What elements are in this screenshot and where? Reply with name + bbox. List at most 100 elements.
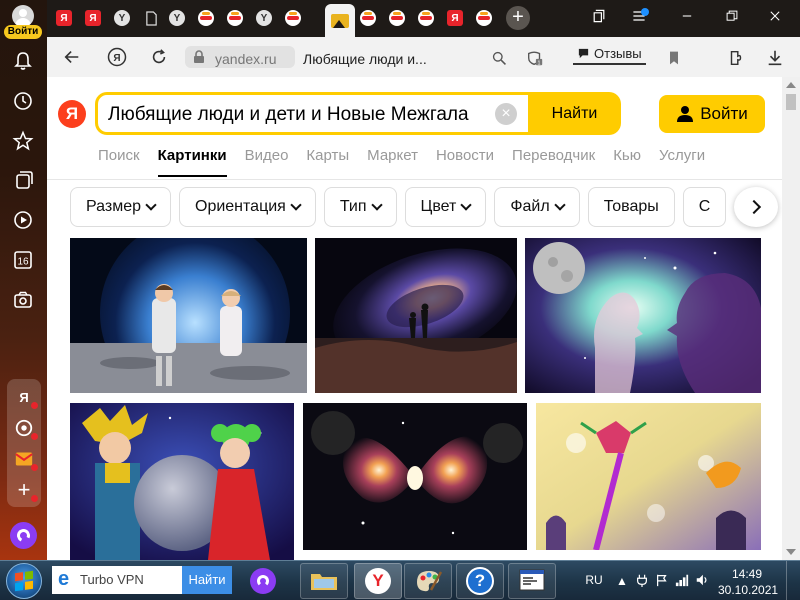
scroll-down-arrow-icon[interactable] [786,549,796,555]
video-play-icon[interactable] [10,207,36,233]
result-image-kids-astronauts-moon[interactable] [70,238,307,393]
browser-tab[interactable] [414,6,438,30]
language-indicator[interactable]: RU [582,572,606,588]
browser-tab[interactable]: Y [252,6,276,30]
service-tab[interactable]: Картинки [157,147,227,177]
service-tab[interactable]: Переводчик [512,147,595,177]
reload-icon[interactable] [147,45,171,69]
reviews-button[interactable]: Отзывы [573,43,646,65]
service-tab[interactable]: Новости [436,147,494,177]
system-monitor-taskbar-app[interactable] [508,563,556,599]
result-image-kids-planet-costume[interactable] [70,403,294,560]
taskbar-search-box[interactable]: e Turbo VPN Найти [52,566,232,594]
search-input[interactable]: Любящие люди и дети и Новые Межгала [108,104,493,126]
filter-button[interactable]: Тип [323,187,397,227]
browser-tab[interactable] [194,6,218,30]
help-taskbar-app[interactable]: ? [456,563,504,599]
result-image-butterfly-nebula[interactable] [303,403,527,550]
bookmarks-star-icon[interactable] [10,128,36,154]
taskbar-search-input[interactable]: Turbo VPN [80,572,144,587]
yandex-home-icon[interactable]: Я [105,45,129,69]
login-button[interactable]: Войти [659,95,765,133]
tray-expand-icon[interactable]: ▲ [614,573,630,589]
yandex-logo[interactable]: Я [58,100,86,128]
browser-tab[interactable]: Я [81,6,105,30]
service-tab[interactable]: Кью [613,147,641,177]
filter-label: Размер [86,198,141,215]
windows-taskbar: e Turbo VPN Найти Y ? RU ▲ 14:49 30.10.2… [0,560,800,600]
display-flag-icon[interactable] [654,573,670,589]
sidebar-login-badge[interactable]: Войти [4,25,42,39]
history-clock-icon[interactable] [10,88,36,114]
filter-button[interactable]: С [682,187,727,227]
clock-date[interactable]: 30.10.2021 [718,583,778,597]
network-signal-icon[interactable] [674,573,690,589]
browser-tab[interactable] [472,6,496,30]
browser-tab[interactable]: Y [165,6,189,30]
volume-speaker-icon[interactable] [694,573,710,589]
divider [47,179,782,180]
yandex-browser-taskbar-app[interactable]: Y [354,563,402,599]
lock-icon[interactable] [193,50,205,64]
collections-icon[interactable] [10,167,36,193]
menu-hamburger-icon[interactable] [629,8,649,28]
chevron-down-icon [145,199,157,211]
close-window-icon[interactable] [765,8,785,28]
downloads-icon[interactable] [763,46,787,70]
bell-icon[interactable] [10,48,36,74]
filter-button[interactable]: Ориентация [179,187,316,227]
taskbar-search-button[interactable]: Найти [182,566,232,594]
result-image-couple-galaxy[interactable] [315,238,517,393]
service-tab[interactable]: Услуги [659,147,705,177]
browser-tab[interactable]: Я [443,6,467,30]
result-image-couple-silhouettes-moon[interactable] [525,238,761,393]
alice-assistant-icon[interactable] [10,522,37,549]
calendar-icon[interactable]: 16 [10,247,36,273]
browser-tab[interactable] [385,6,409,30]
filter-button[interactable]: Файл [494,187,580,227]
scroll-thumb[interactable] [786,94,796,110]
protect-shield-icon[interactable]: 1 [523,46,547,70]
browser-tab[interactable] [223,6,247,30]
browser-tab[interactable] [139,6,163,30]
browser-tab[interactable] [356,6,380,30]
paint-taskbar-app[interactable] [404,563,452,599]
yandex-app-icon[interactable]: Я [11,384,38,410]
translate-icon[interactable] [487,46,511,70]
browser-tab[interactable]: Y [110,6,134,30]
alice-taskbar-icon[interactable] [250,568,276,594]
extensions-icon[interactable] [724,46,748,70]
bookmark-flag-icon[interactable] [662,46,686,70]
power-plug-icon[interactable] [634,573,650,589]
browser-tab[interactable]: Я [52,6,76,30]
service-tab[interactable]: Маркет [367,147,418,177]
music-app-icon[interactable] [11,415,38,441]
minimize-icon[interactable] [677,8,697,28]
tabs-manager-icon[interactable] [589,8,609,28]
paint-palette-icon [417,571,443,592]
service-tab[interactable]: Карты [306,147,349,177]
filters-next-button[interactable] [734,187,778,227]
mail-app-icon[interactable] [11,446,38,472]
result-image-children-fantasy-lights[interactable] [536,403,761,550]
search-submit-button[interactable]: Найти [528,92,621,135]
service-tab[interactable]: Поиск [98,147,140,177]
file-explorer-taskbar-app[interactable] [300,563,348,599]
start-button[interactable] [6,563,42,599]
new-tab-button[interactable]: + [506,6,530,30]
filter-button[interactable]: Размер [70,187,171,227]
add-app-icon[interactable]: + [11,477,38,503]
clock-time[interactable]: 14:49 [727,567,767,581]
clear-search-icon[interactable]: × [495,103,517,125]
scroll-up-arrow-icon[interactable] [786,82,796,88]
back-arrow-icon[interactable] [60,45,84,69]
filter-button[interactable]: Товары [587,187,675,227]
browser-tab[interactable] [281,6,305,30]
show-desktop-button[interactable] [786,561,800,600]
screenshot-camera-icon[interactable] [10,287,36,313]
restore-icon[interactable] [722,8,742,28]
browser-tab[interactable] [325,4,355,37]
service-tab[interactable]: Видео [245,147,289,177]
filter-button[interactable]: Цвет [404,187,487,227]
page-scrollbar[interactable] [782,77,800,560]
